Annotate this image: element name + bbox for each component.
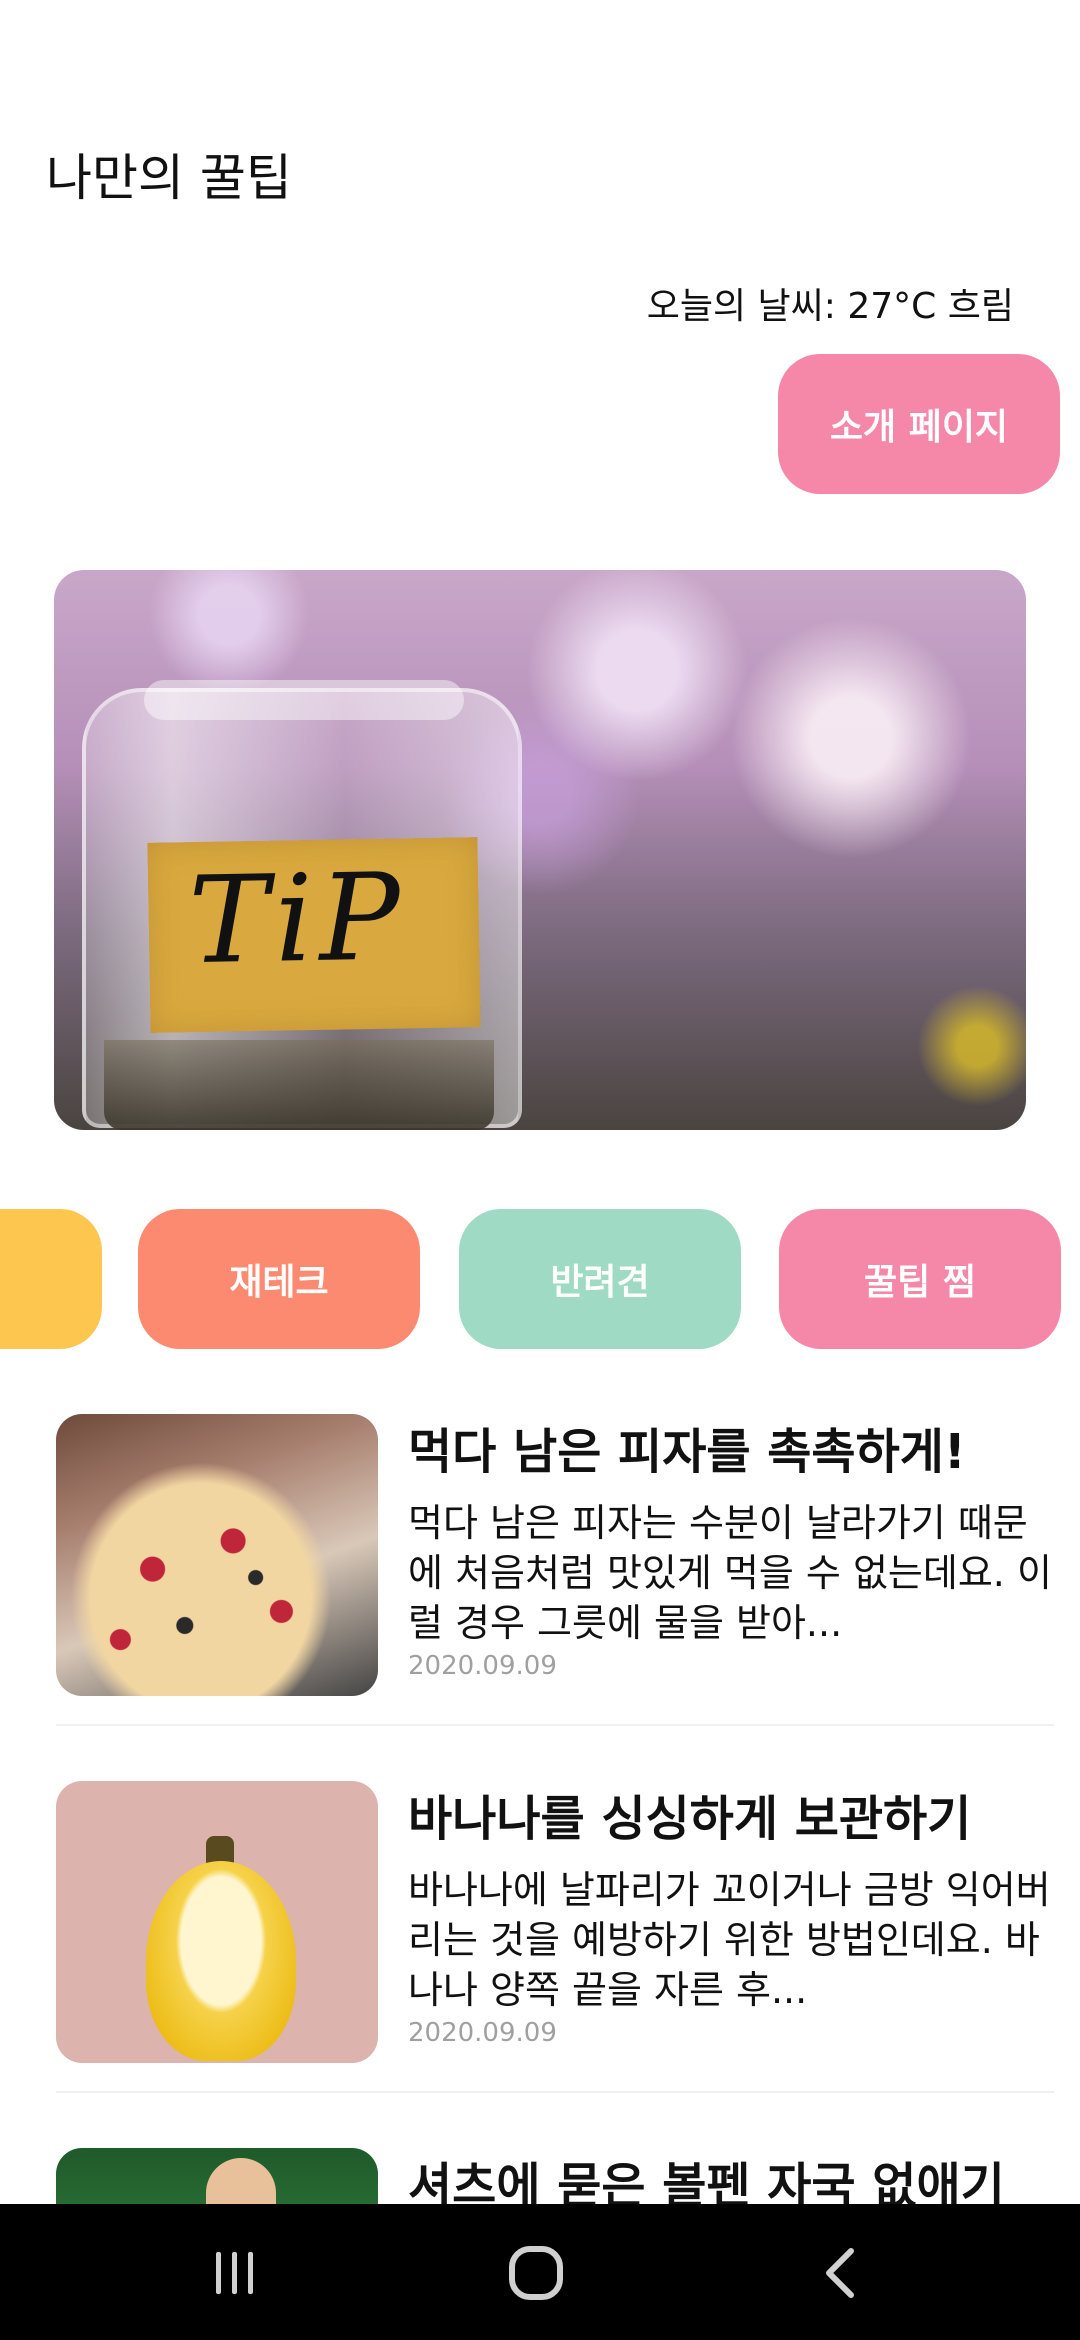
article-date: 2020.09.09 bbox=[408, 2018, 557, 2048]
article-title: 바나나를 싱싱하게 보관하기 bbox=[408, 1791, 972, 1847]
page-title: 나만의 꿀팁 bbox=[46, 149, 292, 207]
recent-apps-icon[interactable] bbox=[190, 2238, 280, 2308]
article-description: 먹다 남은 피자는 수분이 날라가기 때문에 처음처럼 맛있게 먹을 수 없는데… bbox=[408, 1501, 1052, 1645]
banana-thumbnail bbox=[56, 1781, 378, 2063]
about-page-button[interactable]: 소개 페이지 bbox=[778, 354, 1060, 494]
hero-image: TiP bbox=[54, 570, 1026, 1130]
jar-lid-graphic bbox=[144, 680, 464, 720]
article-title: 먹다 남은 피자를 촉촉하게! bbox=[408, 1424, 966, 1480]
back-icon[interactable] bbox=[796, 2238, 886, 2308]
home-icon[interactable] bbox=[491, 2238, 581, 2308]
jar-coins-graphic bbox=[104, 1040, 494, 1130]
category-chip-partial[interactable] bbox=[0, 1209, 102, 1349]
category-chip-saved-tips[interactable]: 꿀팁 찜 bbox=[779, 1209, 1061, 1349]
divider bbox=[56, 2091, 1054, 2093]
divider bbox=[56, 1724, 1054, 1726]
jar-label: TiP bbox=[147, 837, 481, 1033]
article-description: 바나나에 날파리가 꼬이거나 금방 익어버리는 것을 예방하기 위한 방법인데요… bbox=[408, 1868, 1051, 2012]
weather-text: 오늘의 날씨: 27°C 흐림 bbox=[646, 286, 1014, 327]
jar-label-text: TiP bbox=[187, 848, 408, 992]
pizza-thumbnail bbox=[56, 1414, 378, 1696]
banana-graphic bbox=[146, 1861, 296, 2061]
category-chip-finance[interactable]: 재테크 bbox=[138, 1209, 420, 1349]
category-chip-pet[interactable]: 반려견 bbox=[459, 1209, 741, 1349]
article-item[interactable]: 먹다 남은 피자를 촉촉하게! 먹다 남은 피자는 수분이 날라가기 때문에 처… bbox=[56, 1414, 1054, 1714]
system-navigation-bar bbox=[0, 2204, 1080, 2340]
article-date: 2020.09.09 bbox=[408, 1651, 557, 1681]
article-item[interactable]: 바나나를 싱싱하게 보관하기 바나나에 날파리가 꼬이거나 금방 익어버리는 것… bbox=[56, 1781, 1054, 2081]
app-screen: 나만의 꿀팁 오늘의 날씨: 27°C 흐림 소개 페이지 TiP 재테크 반려… bbox=[0, 0, 1080, 2340]
